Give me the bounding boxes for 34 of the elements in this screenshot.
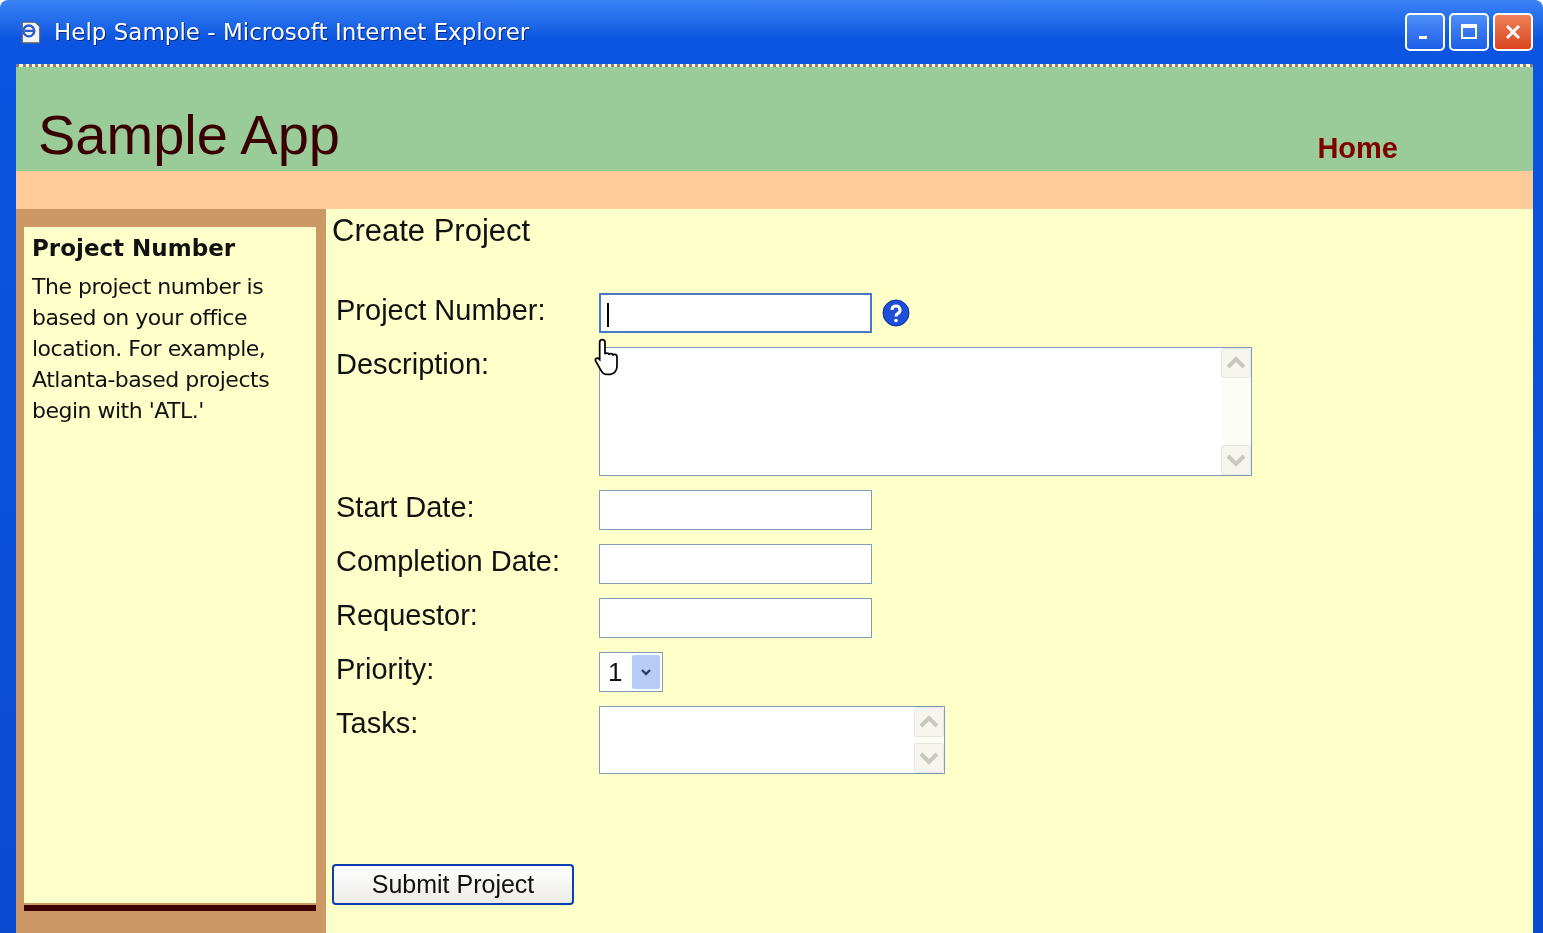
input-field[interactable]: [599, 544, 872, 584]
field-label: Project Number:: [336, 293, 547, 327]
scroll-down-icon[interactable]: [1221, 445, 1251, 475]
help-title: Project Number: [32, 235, 237, 261]
scroll-up-icon[interactable]: [1221, 348, 1251, 378]
close-icon: [1503, 22, 1523, 42]
scrollbar[interactable]: [914, 707, 944, 773]
scroll-down-icon[interactable]: [914, 743, 944, 773]
home-link[interactable]: Home: [1317, 132, 1398, 167]
close-button[interactable]: [1493, 13, 1533, 51]
page-heading: Create Project: [332, 213, 532, 249]
field-label: Description:: [336, 347, 491, 381]
maximize-button[interactable]: [1449, 13, 1489, 51]
field-label: Start Date:: [336, 490, 476, 524]
text-area[interactable]: [599, 347, 1252, 476]
text-area[interactable]: [599, 706, 945, 774]
minimize-icon: [1419, 35, 1427, 39]
field-label: Requestor:: [336, 598, 479, 632]
field-label: Completion Date:: [336, 544, 562, 578]
maximize-icon: [1459, 22, 1479, 42]
help-icon[interactable]: [882, 299, 910, 327]
input-field[interactable]: [599, 293, 872, 333]
window-title: Help Sample - Microsoft Internet Explorer: [54, 19, 530, 45]
help-text: The project number is based on your office location. For example, Atlanta-based projects begin with 'ATL.': [32, 273, 271, 425]
priority-dropdown[interactable]: 1: [599, 652, 663, 692]
submit-button[interactable]: Submit Project: [332, 864, 574, 905]
scrollbar[interactable]: [1221, 348, 1251, 475]
input-field[interactable]: [599, 490, 872, 530]
app-title: Sample App: [38, 107, 340, 167]
field-label: Priority:: [336, 652, 436, 686]
input-field[interactable]: [599, 598, 872, 638]
scroll-up-icon[interactable]: [914, 707, 944, 737]
field-label: Tasks:: [336, 706, 420, 740]
minimize-button[interactable]: [1405, 13, 1445, 51]
